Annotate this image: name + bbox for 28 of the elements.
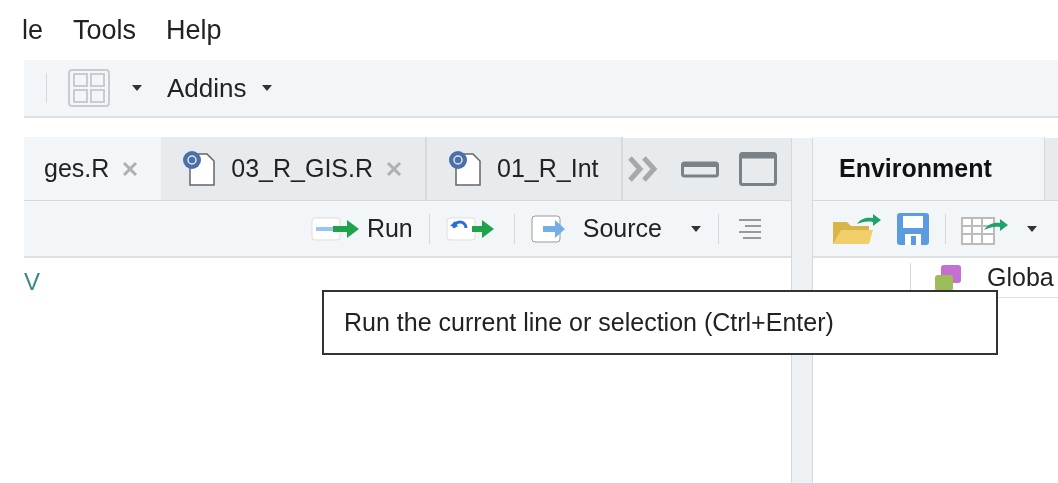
open-folder-icon[interactable] [831,211,881,246]
editor-tab[interactable]: ges.R [24,137,162,200]
editor-tab[interactable]: 03_R_GIS.R [161,137,428,200]
close-icon[interactable] [121,159,140,178]
addins-menu[interactable]: Addins [167,68,273,108]
menu-item[interactable]: le [22,9,43,51]
close-icon[interactable] [385,159,404,178]
maximize-icon[interactable] [738,151,777,186]
run-button[interactable]: Run [310,209,413,248]
menu-item[interactable]: Tools [73,9,137,51]
grid-icon[interactable] [67,68,111,108]
caret-icon [260,84,273,92]
environment-scope: Globa [987,261,1054,293]
save-icon[interactable] [895,211,931,246]
editor-tab[interactable]: 01_R_Int [427,137,623,200]
tooltip: Run the current line or selection (Ctrl+Enter) [322,290,998,355]
minimize-icon[interactable] [680,159,719,178]
tab-label: 01_R_Int [497,152,599,184]
tab-label: 03_R_GIS.R [231,152,374,184]
source-button[interactable]: Source [530,209,702,248]
code-text: V [24,268,40,295]
environment-tab[interactable]: Environment [813,137,1045,200]
caret-icon [1026,224,1038,233]
tab-label: ges.R [44,152,110,184]
environment-icon [933,262,963,293]
menu-item[interactable]: Help [166,9,222,51]
caret-icon [690,224,702,233]
caret-icon [131,84,143,92]
